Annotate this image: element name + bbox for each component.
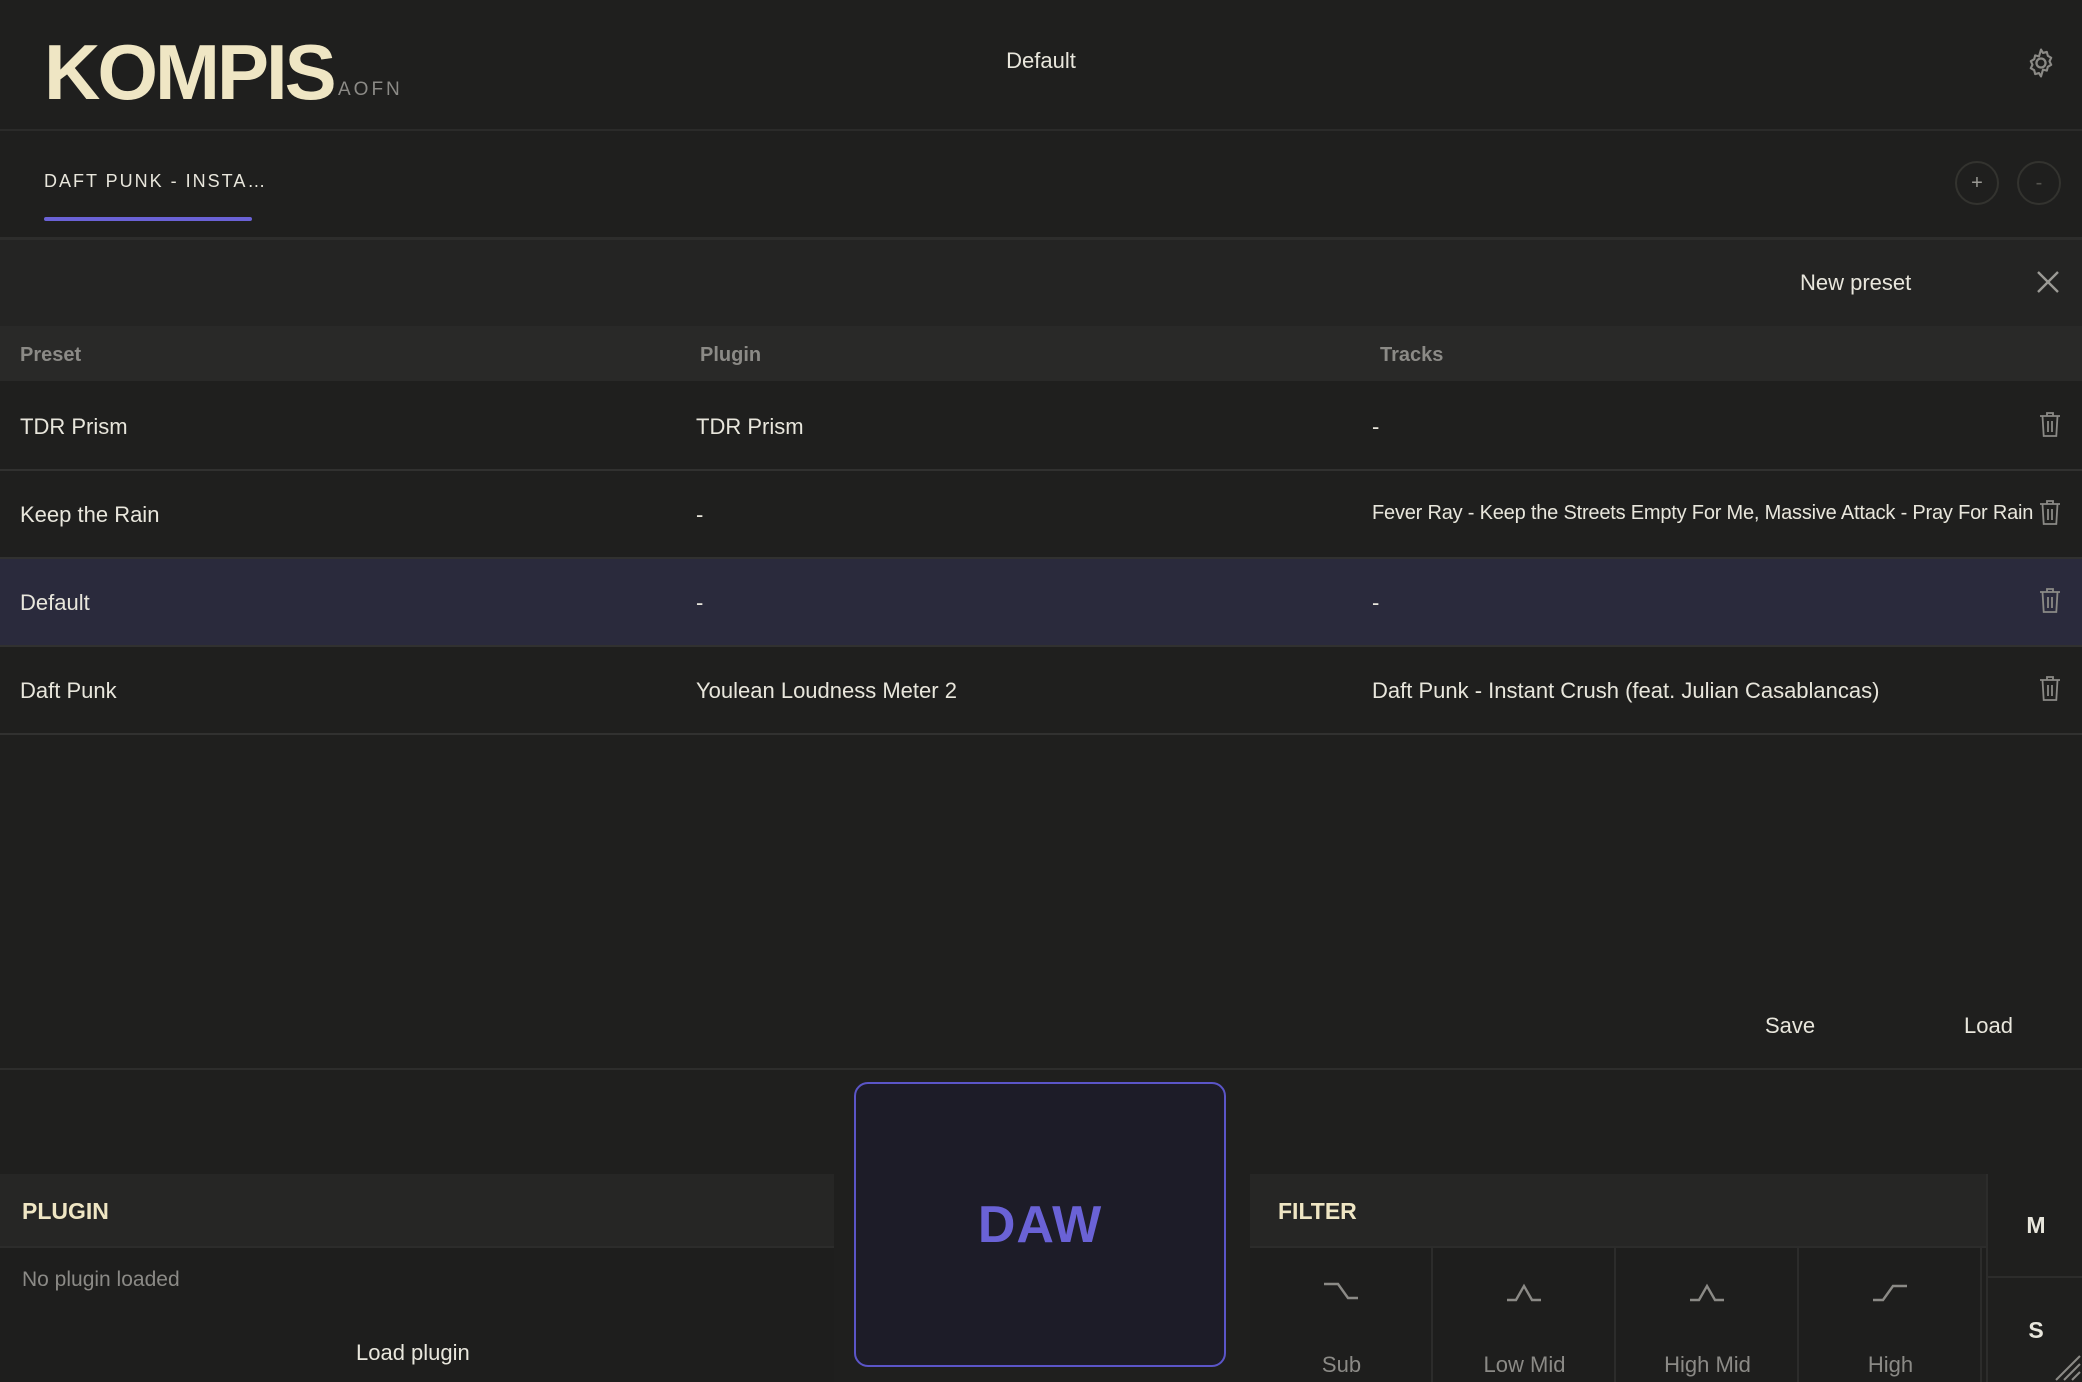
active-tab-indicator xyxy=(44,217,252,221)
daw-button[interactable]: DAW xyxy=(854,1082,1226,1367)
mute-button[interactable]: M xyxy=(1988,1174,2082,1278)
peak-curve-icon xyxy=(1690,1283,1724,1302)
remove-tab-button[interactable]: - xyxy=(2017,161,2061,205)
table-row[interactable]: Keep the Rain - Fever Ray - Keep the Str… xyxy=(0,471,2082,559)
preset-name: Daft Punk xyxy=(20,678,117,703)
divider xyxy=(0,1068,2082,1070)
peak-curve-icon xyxy=(1507,1283,1541,1302)
filter-band-high[interactable]: High xyxy=(1799,1248,1982,1382)
preset-panel-header: New preset xyxy=(0,240,2082,326)
tab-bar: DAFT PUNK - INSTA… + - xyxy=(0,131,2082,240)
filter-band-sub[interactable]: Sub xyxy=(1250,1248,1433,1382)
current-preset-title: Default xyxy=(1006,48,1076,73)
filter-band-high-mid[interactable]: High Mid xyxy=(1616,1248,1799,1382)
load-plugin-button[interactable]: Load plugin xyxy=(356,1340,470,1366)
plugin-name: - xyxy=(696,502,704,527)
column-header-plugin: Plugin xyxy=(700,344,762,366)
table-row[interactable]: Daft Punk Youlean Loudness Meter 2 Daft … xyxy=(0,647,2082,735)
filter-panel-title: FILTER xyxy=(1278,1198,1357,1224)
tracks-list: - xyxy=(1372,414,1380,439)
daw-label: DAW xyxy=(977,1195,1103,1254)
gear-icon[interactable] xyxy=(2024,46,2058,80)
trash-icon[interactable] xyxy=(2038,675,2062,703)
close-icon[interactable] xyxy=(2033,267,2063,297)
band-label: High Mid xyxy=(1664,1352,1751,1377)
add-tab-button[interactable]: + xyxy=(1955,161,1999,205)
resize-handle-icon[interactable] xyxy=(2050,1350,2082,1382)
plugin-panel-header: PLUGIN xyxy=(0,1174,834,1248)
band-label: Sub xyxy=(1321,1352,1362,1377)
logo-subtitle: AOFN xyxy=(338,79,403,100)
tracks-list: - xyxy=(1372,590,1380,615)
load-button[interactable]: Load xyxy=(1964,1013,2013,1039)
filter-band-low-mid[interactable]: Low Mid xyxy=(1433,1248,1616,1382)
preset-name: Keep the Rain xyxy=(20,502,160,527)
app-logo: KOMPIS xyxy=(44,28,337,116)
trash-icon[interactable] xyxy=(2038,587,2062,615)
tracks-list: Daft Punk - Instant Crush (feat. Julian … xyxy=(1372,678,1880,703)
plugin-name: TDR Prism xyxy=(696,414,804,439)
trash-icon[interactable] xyxy=(2038,411,2062,439)
column-header-preset: Preset xyxy=(20,344,82,366)
high-shelf-curve-icon xyxy=(1873,1284,1907,1302)
plugin-name: - xyxy=(696,590,704,615)
column-header-tracks: Tracks xyxy=(1380,344,1444,366)
band-label: High xyxy=(1867,1352,1914,1377)
trash-icon[interactable] xyxy=(2038,499,2062,527)
tab-daft-punk[interactable]: DAFT PUNK - INSTA… xyxy=(44,171,267,192)
preset-name: Default xyxy=(20,590,90,615)
preset-name: TDR Prism xyxy=(20,414,128,439)
table-row-selected[interactable]: Default - - xyxy=(0,559,2082,647)
filter-panel-header: FILTER xyxy=(1250,1174,1986,1248)
plugin-panel: PLUGIN No plugin loaded Load plugin xyxy=(0,1174,834,1382)
app-header: KOMPIS AOFN Default xyxy=(0,0,2082,131)
new-preset-button[interactable]: New preset xyxy=(1800,270,1911,296)
low-shelf-curve-icon xyxy=(1324,1282,1358,1300)
table-row[interactable]: TDR Prism TDR Prism - xyxy=(0,383,2082,471)
tracks-list: Fever Ray - Keep the Streets Empty For M… xyxy=(1372,502,2034,524)
plugin-status: No plugin loaded xyxy=(22,1268,180,1291)
filter-panel: FILTER Sub Low Mid High Mid High xyxy=(1250,1174,1986,1382)
plugin-panel-title: PLUGIN xyxy=(22,1198,109,1224)
preset-table-header: Preset Plugin Tracks xyxy=(0,326,2082,381)
band-label: Low Mid xyxy=(1483,1352,1566,1377)
plugin-name: Youlean Loudness Meter 2 xyxy=(696,678,957,703)
save-button[interactable]: Save xyxy=(1765,1013,1815,1039)
